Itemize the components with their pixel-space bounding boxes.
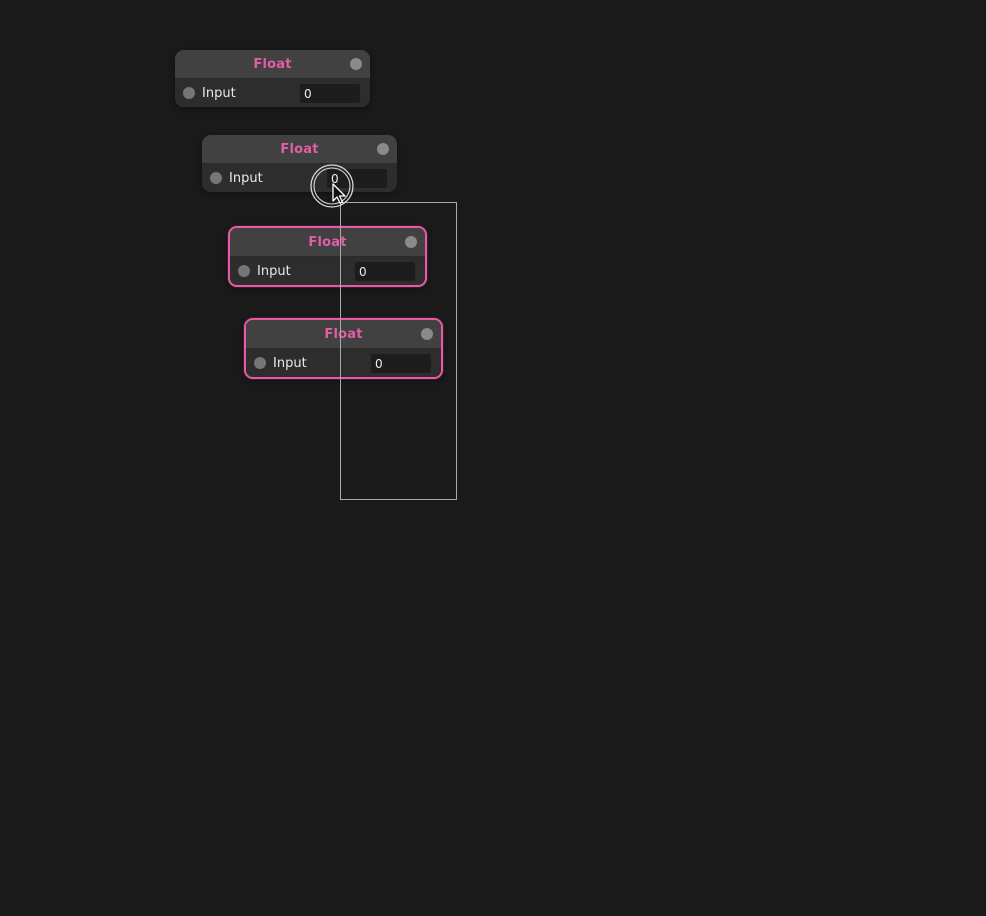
output-port-icon[interactable] (421, 328, 433, 340)
float-node-1[interactable]: Float Input (175, 50, 370, 107)
output-port-icon[interactable] (350, 58, 362, 70)
cursor (309, 163, 359, 213)
input-label: Input (257, 263, 291, 279)
output-port-icon[interactable] (377, 143, 389, 155)
input-row: Input (175, 79, 370, 107)
input-label: Input (229, 170, 263, 186)
input-row: Input (230, 257, 425, 285)
click-ring-icon (310, 164, 354, 208)
node-header[interactable]: Float (202, 135, 397, 164)
input-port-icon[interactable] (183, 87, 195, 99)
value-input[interactable] (371, 354, 431, 373)
value-input[interactable] (300, 84, 360, 103)
node-title: Float (324, 326, 363, 342)
input-label: Input (273, 355, 307, 371)
input-label: Input (202, 85, 236, 101)
node-graph-canvas[interactable]: Float Input Float Input Float Input (0, 0, 986, 916)
input-row: Input (246, 349, 441, 377)
output-port-icon[interactable] (405, 236, 417, 248)
float-node-3[interactable]: Float Input (228, 226, 427, 287)
value-input[interactable] (355, 262, 415, 281)
float-node-2[interactable]: Float Input (202, 135, 397, 192)
input-port-icon[interactable] (238, 265, 250, 277)
float-node-4[interactable]: Float Input (244, 318, 443, 379)
node-title: Float (308, 234, 347, 250)
node-title: Float (253, 56, 292, 72)
node-header[interactable]: Float (246, 320, 441, 349)
node-title: Float (280, 141, 319, 157)
node-header[interactable]: Float (175, 50, 370, 79)
input-port-icon[interactable] (210, 172, 222, 184)
input-row: Input (202, 164, 397, 192)
node-header[interactable]: Float (230, 228, 425, 257)
input-port-icon[interactable] (254, 357, 266, 369)
